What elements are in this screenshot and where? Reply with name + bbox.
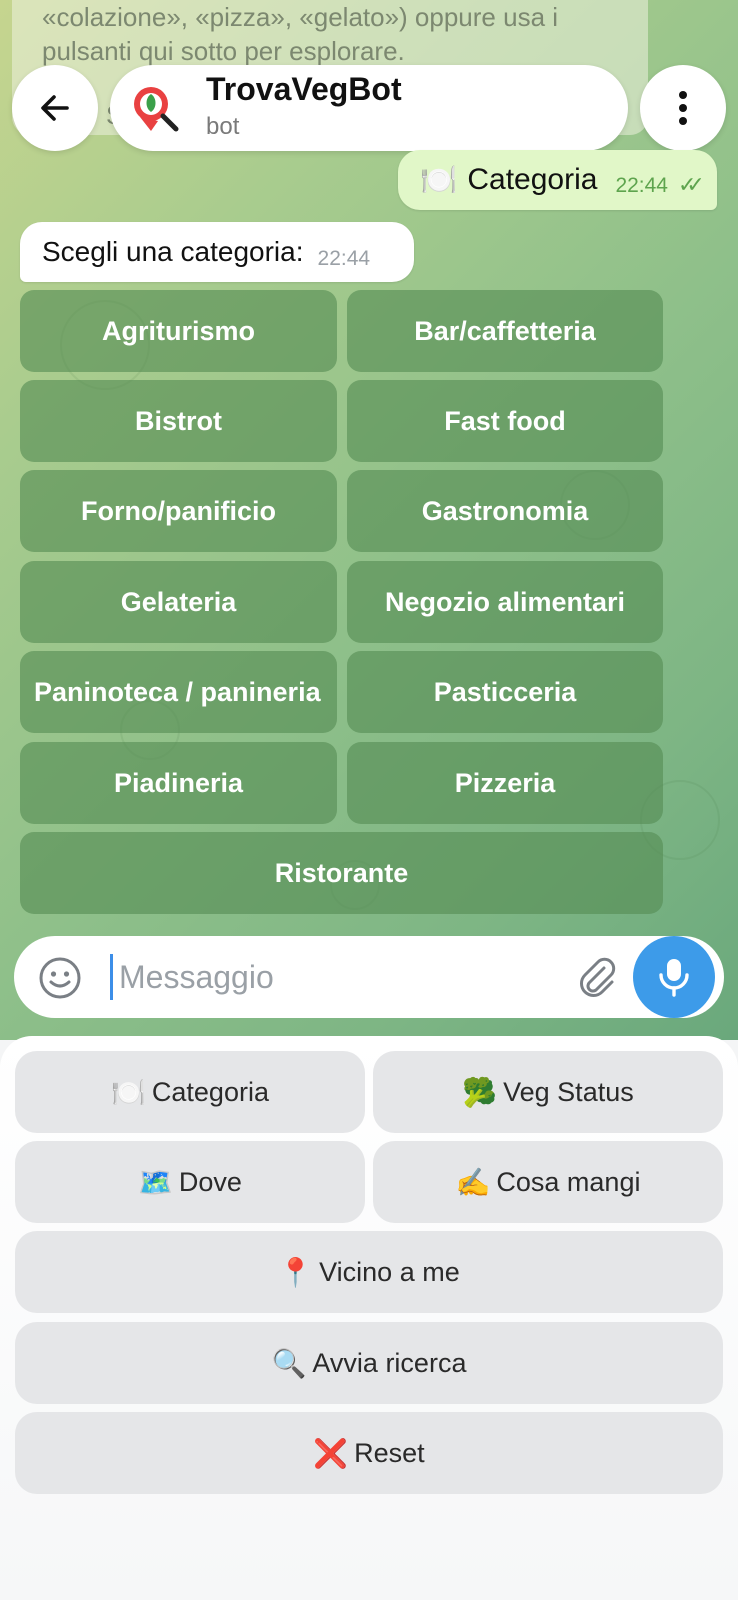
reply-button-categoria[interactable]: 🍽️ Categoria <box>15 1051 365 1133</box>
message-input[interactable] <box>110 954 550 1000</box>
reply-button-dove[interactable]: 🗺️ Dove <box>15 1141 365 1223</box>
writing-hand-icon: ✍️ <box>455 1166 491 1198</box>
reply-button-avvia-ricerca[interactable]: 🔍 Avvia ricerca <box>15 1322 723 1404</box>
reply-keyboard: 🍽️ Categoria 🥦 Veg Status 🗺️ Dove ✍️ Cos… <box>0 1036 738 1600</box>
inline-button-negozio-alimentari[interactable]: Negozio alimentari <box>347 561 663 643</box>
magnifier-icon: 🔍 <box>271 1347 307 1379</box>
inline-button-ristorante[interactable]: Ristorante <box>20 832 663 914</box>
chat-title-bar[interactable]: TrovaVegBot bot <box>110 65 628 151</box>
incoming-message[interactable]: Scegli una categoria: 22:44 <box>20 222 414 282</box>
inline-button-bar-caffetteria[interactable]: Bar/caffetteria <box>347 290 663 372</box>
broccoli-icon: 🥦 <box>462 1076 498 1108</box>
bot-name: TrovaVegBot <box>206 71 402 107</box>
inline-button-pasticceria[interactable]: Pasticceria <box>347 651 663 733</box>
back-button[interactable] <box>12 65 98 151</box>
message-time: 22:44 <box>317 247 371 270</box>
reply-button-label: Dove <box>178 1166 242 1197</box>
voice-record-button[interactable] <box>633 936 715 1018</box>
inline-button-fast-food[interactable]: Fast food <box>347 380 663 462</box>
inline-button-paninoteca[interactable]: Paninoteca / panineria <box>20 651 337 733</box>
map-icon: 🗺️ <box>138 1166 173 1198</box>
message-text: Categoria <box>467 163 598 196</box>
double-check-icon: ✓✓ <box>678 172 705 197</box>
reply-button-cosa-mangi[interactable]: ✍️ Cosa mangi <box>373 1141 723 1223</box>
inline-button-gastronomia[interactable]: Gastronomia <box>347 470 663 552</box>
reply-button-reset[interactable]: ❌ Reset <box>15 1412 723 1494</box>
inline-button-gelateria[interactable]: Gelateria <box>20 561 337 643</box>
chat-background: «colazione», «pizza», «gelato») oppure u… <box>0 0 738 1040</box>
more-vertical-icon <box>679 91 687 125</box>
reply-button-label: Reset <box>354 1437 425 1468</box>
cross-mark-icon: ❌ <box>313 1437 349 1469</box>
bot-avatar-icon <box>134 87 179 132</box>
inline-button-agriturismo[interactable]: Agriturismo <box>20 290 337 372</box>
previous-message-line: «colazione», «pizza», «gelato») oppure u… <box>42 2 559 32</box>
reply-button-label: Avvia ricerca <box>312 1347 467 1378</box>
reply-button-label: Categoria <box>151 1076 269 1107</box>
emoji-icon[interactable] <box>38 956 82 1000</box>
outgoing-message[interactable]: 🍽️ Categoria 22:44 ✓✓ <box>398 150 717 210</box>
inline-button-forno-panificio[interactable]: Forno/panificio <box>20 470 337 552</box>
message-composer <box>14 936 724 1018</box>
message-emoji: 🍽️ <box>420 163 458 197</box>
more-menu-button[interactable] <box>640 65 726 151</box>
reply-button-label: Cosa mangi <box>496 1166 641 1197</box>
message-time: 22:44 <box>615 174 668 197</box>
reply-button-vicino-a-me[interactable]: 📍 Vicino a me <box>15 1231 723 1313</box>
previous-message-line: pulsanti qui sotto per esplorare. <box>42 36 405 66</box>
plate-cutlery-icon: 🍽️ <box>111 1076 146 1108</box>
reply-button-label: Veg Status <box>503 1076 634 1107</box>
arrow-left-icon <box>41 95 69 121</box>
inline-button-piadineria[interactable]: Piadineria <box>20 742 337 824</box>
inline-button-bistrot[interactable]: Bistrot <box>20 380 337 462</box>
paperclip-icon[interactable] <box>576 956 620 1000</box>
microphone-icon <box>659 959 689 997</box>
bot-subtitle: bot <box>206 113 240 140</box>
pin-icon: 📍 <box>278 1256 314 1288</box>
reply-button-veg-status[interactable]: 🥦 Veg Status <box>373 1051 723 1133</box>
reply-button-label: Vicino a me <box>319 1256 460 1287</box>
message-text: Scegli una categoria: <box>42 236 304 267</box>
inline-button-pizzeria[interactable]: Pizzeria <box>347 742 663 824</box>
